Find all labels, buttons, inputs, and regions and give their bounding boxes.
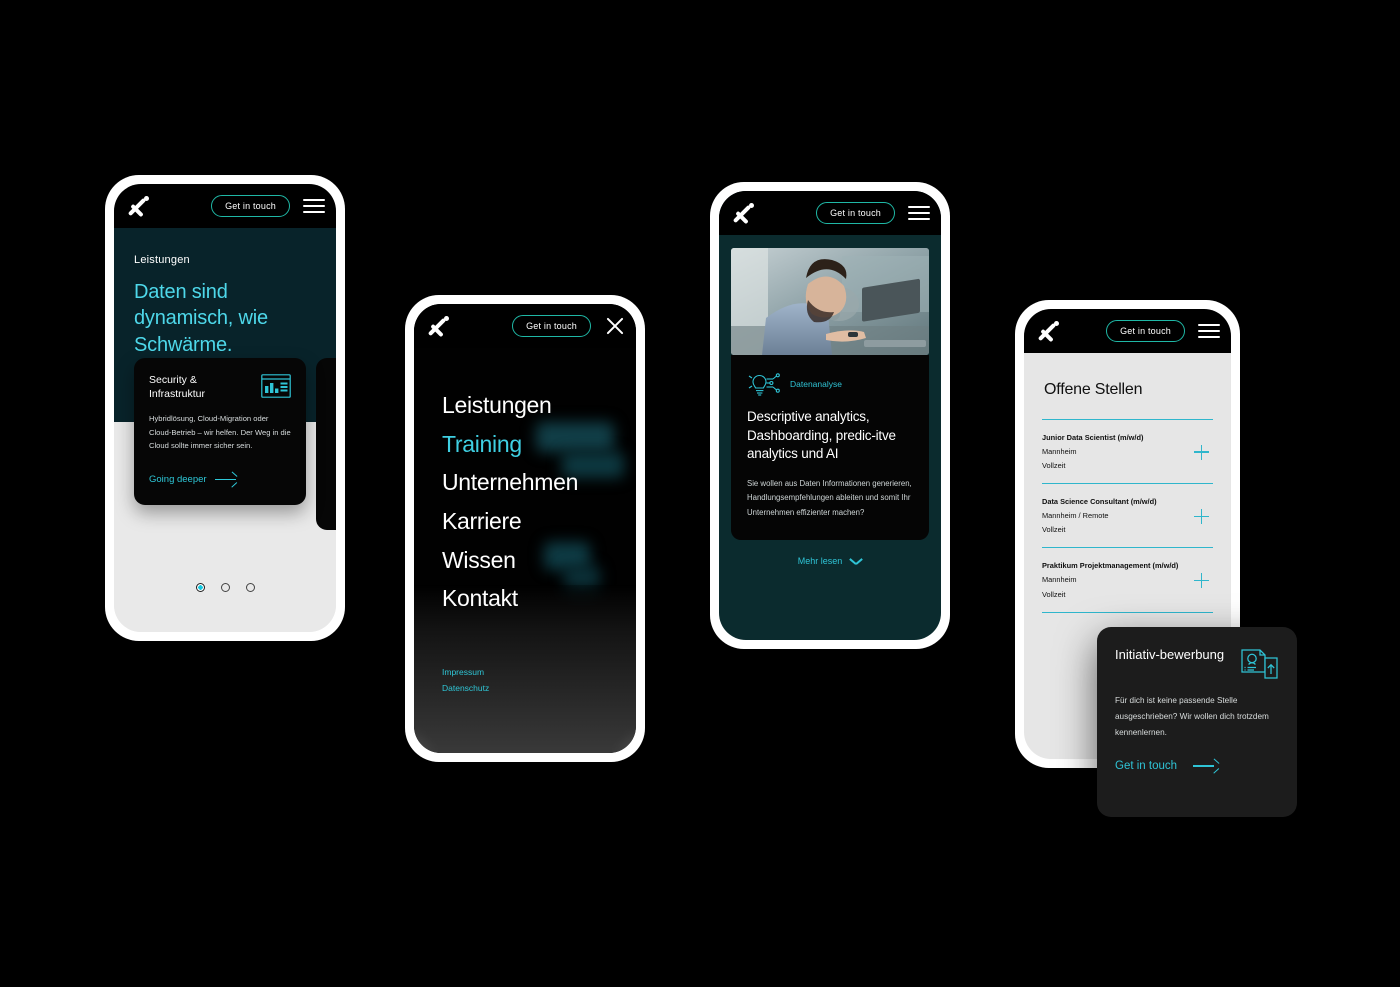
phone1-topbar: Get in touch [114,184,336,228]
nav-item-training[interactable]: Training [442,425,636,464]
carousel-dot-1[interactable] [195,583,205,592]
article-card: Datenanalyse Descriptive analytics, Dash… [731,355,929,541]
job-type: Vollzeit [1042,589,1066,599]
article-title: Descriptive analytics, Dashboarding, pre… [747,409,896,462]
service-card-body: Hybridlösung, Cloud-Migration oder Cloud… [149,414,291,451]
x-logo[interactable] [126,195,149,218]
chevron-down-icon [849,557,863,565]
phone3-screen: Get in touch Datenanalyse Descriptive an… [719,191,941,640]
nav-item-leistungen[interactable]: Leistungen [442,386,636,425]
mockup-stage: Get in touch Leistungen Daten sind dynam… [0,0,1400,987]
job-list-item[interactable]: Junior Data Scientist (m/w/d) Mannheim V… [1042,419,1213,483]
expand-plus-icon[interactable] [1194,508,1209,524]
get-in-touch-button[interactable]: Get in touch [816,202,895,224]
expand-plus-icon[interactable] [1194,444,1209,460]
going-deeper-label: Going deeper [149,474,207,486]
nav-item-wissen[interactable]: Wissen [442,541,636,580]
article-body: Sie wollen aus Daten Informationen gener… [747,478,912,517]
carousel-card-next[interactable] [316,358,336,531]
job-list: Junior Data Scientist (m/w/d) Mannheim V… [1042,419,1213,613]
initiativ-get-in-touch-button[interactable]: Get in touch [1115,758,1279,774]
job-type: Vollzeit [1042,525,1066,535]
get-in-touch-button[interactable]: Get in touch [512,315,591,337]
phone1-hero: Leistungen Daten sind dynamisch, wie Sch… [114,228,336,359]
initiativ-card-title: Initiativ-bewerbung [1115,647,1225,662]
close-icon[interactable] [605,316,625,336]
phone-mockup-menu: Get in touch Leistungen Training Unterne… [405,295,645,762]
phone-mockup-leistungen: Get in touch Leistungen Daten sind dynam… [105,175,345,641]
phone-mockup-datenanalyse: Get in touch Datenanalyse Descriptive an… [710,182,950,649]
nav-item-unternehmen[interactable]: Unternehmen [442,463,636,502]
x-logo[interactable] [731,202,754,225]
initiativ-cta-label: Get in touch [1115,759,1178,772]
phone4-topbar: Get in touch [1024,309,1231,353]
initiativ-card-body: Für dich ist keine passende Stelle ausge… [1115,696,1269,737]
job-location: Mannheim [1042,575,1077,585]
job-location: Mannheim / Remote [1042,511,1109,521]
expand-plus-icon[interactable] [1194,572,1209,588]
hamburger-icon[interactable] [1198,323,1220,339]
mehr-lesen-button[interactable]: Mehr lesen [719,540,941,566]
phone2-topbar: Get in touch [414,304,636,348]
page-kicker: Leistungen [134,254,190,266]
article-tag-label: Datenanalyse [790,379,842,389]
job-list-item[interactable]: Praktikum Projektmanagement (m/w/d) Mann… [1042,547,1213,613]
job-type: Vollzeit [1042,461,1066,471]
carousel-dot-2[interactable] [220,583,230,592]
phone1-screen: Get in touch Leistungen Daten sind dynam… [114,184,336,632]
x-logo[interactable] [426,315,449,338]
going-deeper-link[interactable]: Going deeper [149,471,291,488]
mehr-lesen-label: Mehr lesen [797,556,843,567]
nav-item-karriere[interactable]: Karriere [442,502,636,541]
page-title: Offene Stellen [1044,381,1143,398]
phone3-topbar: Get in touch [719,191,941,235]
job-role: Praktikum Projektmanagement (m/w/d) [1042,561,1179,571]
phone2-screen: Get in touch Leistungen Training Unterne… [414,304,636,753]
nav-item-kontakt[interactable]: Kontakt [442,579,636,618]
get-in-touch-button[interactable]: Get in touch [1106,320,1185,342]
hamburger-icon[interactable] [303,198,325,214]
get-in-touch-button[interactable]: Get in touch [211,195,290,217]
hamburger-icon[interactable] [908,205,930,221]
page-title: Daten sind dynamisch, wie Schwärme. [134,281,268,356]
link-datenschutz[interactable]: Datenschutz [442,680,489,697]
job-location: Mannheim [1042,447,1077,457]
job-role: Junior Data Scientist (m/w/d) [1042,433,1144,442]
phone1-card-carousel: Security & Infrastruktur Hybridlösung, C… [114,358,336,632]
carousel-dot-3[interactable] [245,583,255,592]
carousel-dots [114,583,336,592]
bar-chart-dashboard-icon [261,374,291,398]
main-nav-menu: Leistungen Training Unternehmen Karriere… [414,348,636,618]
service-card-security[interactable]: Security & Infrastruktur Hybridlösung, C… [134,358,306,506]
service-card-title: Security & Infrastruktur [149,374,206,400]
legal-links: Impressum Datenschutz [442,664,489,697]
article-tag-row: Datenanalyse [747,371,913,397]
x-logo[interactable] [1036,320,1059,343]
arrow-right-icon [1193,758,1220,774]
arrow-right-icon [214,471,238,488]
lightbulb-circuit-icon [747,371,781,397]
job-list-item[interactable]: Data Science Consultant (m/w/d) Mannheim… [1042,483,1213,547]
job-role: Data Science Consultant (m/w/d) [1042,497,1157,507]
article-photo [731,248,929,355]
document-upload-profile-icon [1241,646,1279,680]
initiativbewerbung-card: Initiativ-bewerbung Für dich ist keine p… [1097,627,1297,817]
link-impressum[interactable]: Impressum [442,664,489,681]
